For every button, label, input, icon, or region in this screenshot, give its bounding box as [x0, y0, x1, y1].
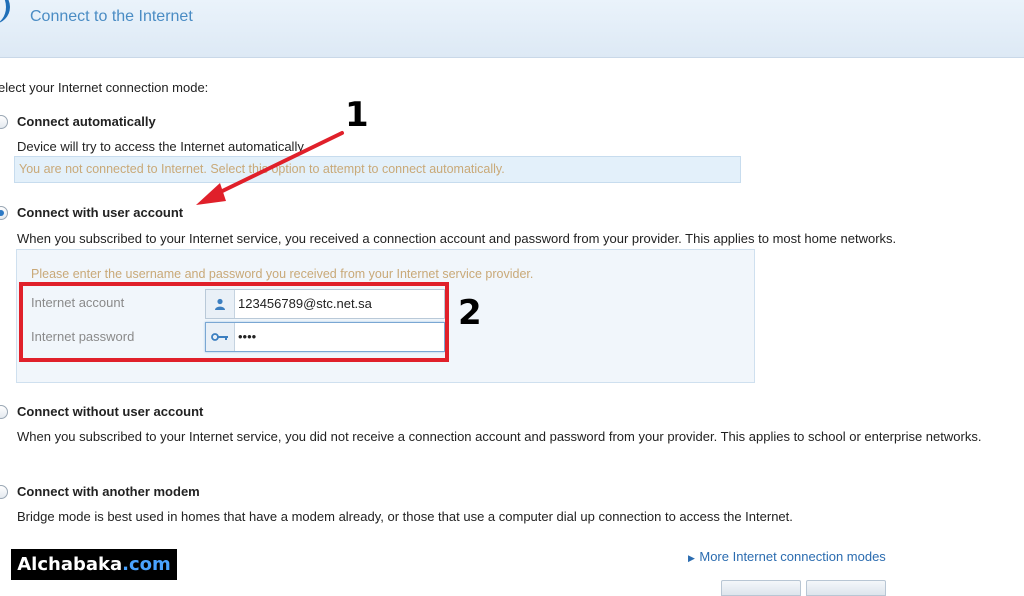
chevron-right-icon: ▶	[688, 553, 695, 563]
connection-status-box: You are not connected to Internet. Selec…	[14, 156, 741, 183]
radio-connect-without-account[interactable]	[0, 405, 8, 419]
more-modes-link-label: More Internet connection modes	[699, 549, 886, 564]
watermark-brand: Alchabaka .com	[11, 549, 177, 580]
radio-connect-user-account[interactable]	[0, 206, 8, 220]
more-modes-link[interactable]: ▶ More Internet connection modes	[688, 548, 886, 566]
annotation-highlight-box	[19, 282, 449, 362]
option-title-user-account: Connect with user account	[17, 205, 184, 220]
option-desc-user-account: When you subscribed to your Internet ser…	[17, 231, 897, 246]
option-title-without-account: Connect without user account	[17, 404, 204, 419]
brand-domain: .com	[122, 554, 171, 575]
mode-prompt-label: elect your Internet connection mode:	[0, 80, 209, 95]
radio-connect-automatically[interactable]	[0, 115, 8, 129]
logo-icon	[0, 0, 10, 24]
radio-connect-another-modem[interactable]	[0, 485, 8, 499]
brand-name: Alchabaka	[17, 554, 123, 575]
option-title-another-modem: Connect with another modem	[17, 484, 200, 499]
page-title: Connect to the Internet	[30, 8, 193, 25]
bottom-button-left[interactable]	[721, 580, 801, 596]
annotation-step-2: 2	[458, 293, 482, 333]
page-header: Connect to the Internet	[0, 0, 1024, 58]
bottom-button-right[interactable]	[806, 580, 886, 596]
annotation-arrow-icon	[196, 131, 344, 205]
option-desc-without-account: When you subscribed to your Internet ser…	[17, 429, 982, 444]
option-title-automatic: Connect automatically	[17, 114, 156, 129]
option-desc-another-modem: Bridge mode is best used in homes that h…	[17, 509, 793, 524]
credentials-hint: Please enter the username and password y…	[31, 267, 534, 281]
